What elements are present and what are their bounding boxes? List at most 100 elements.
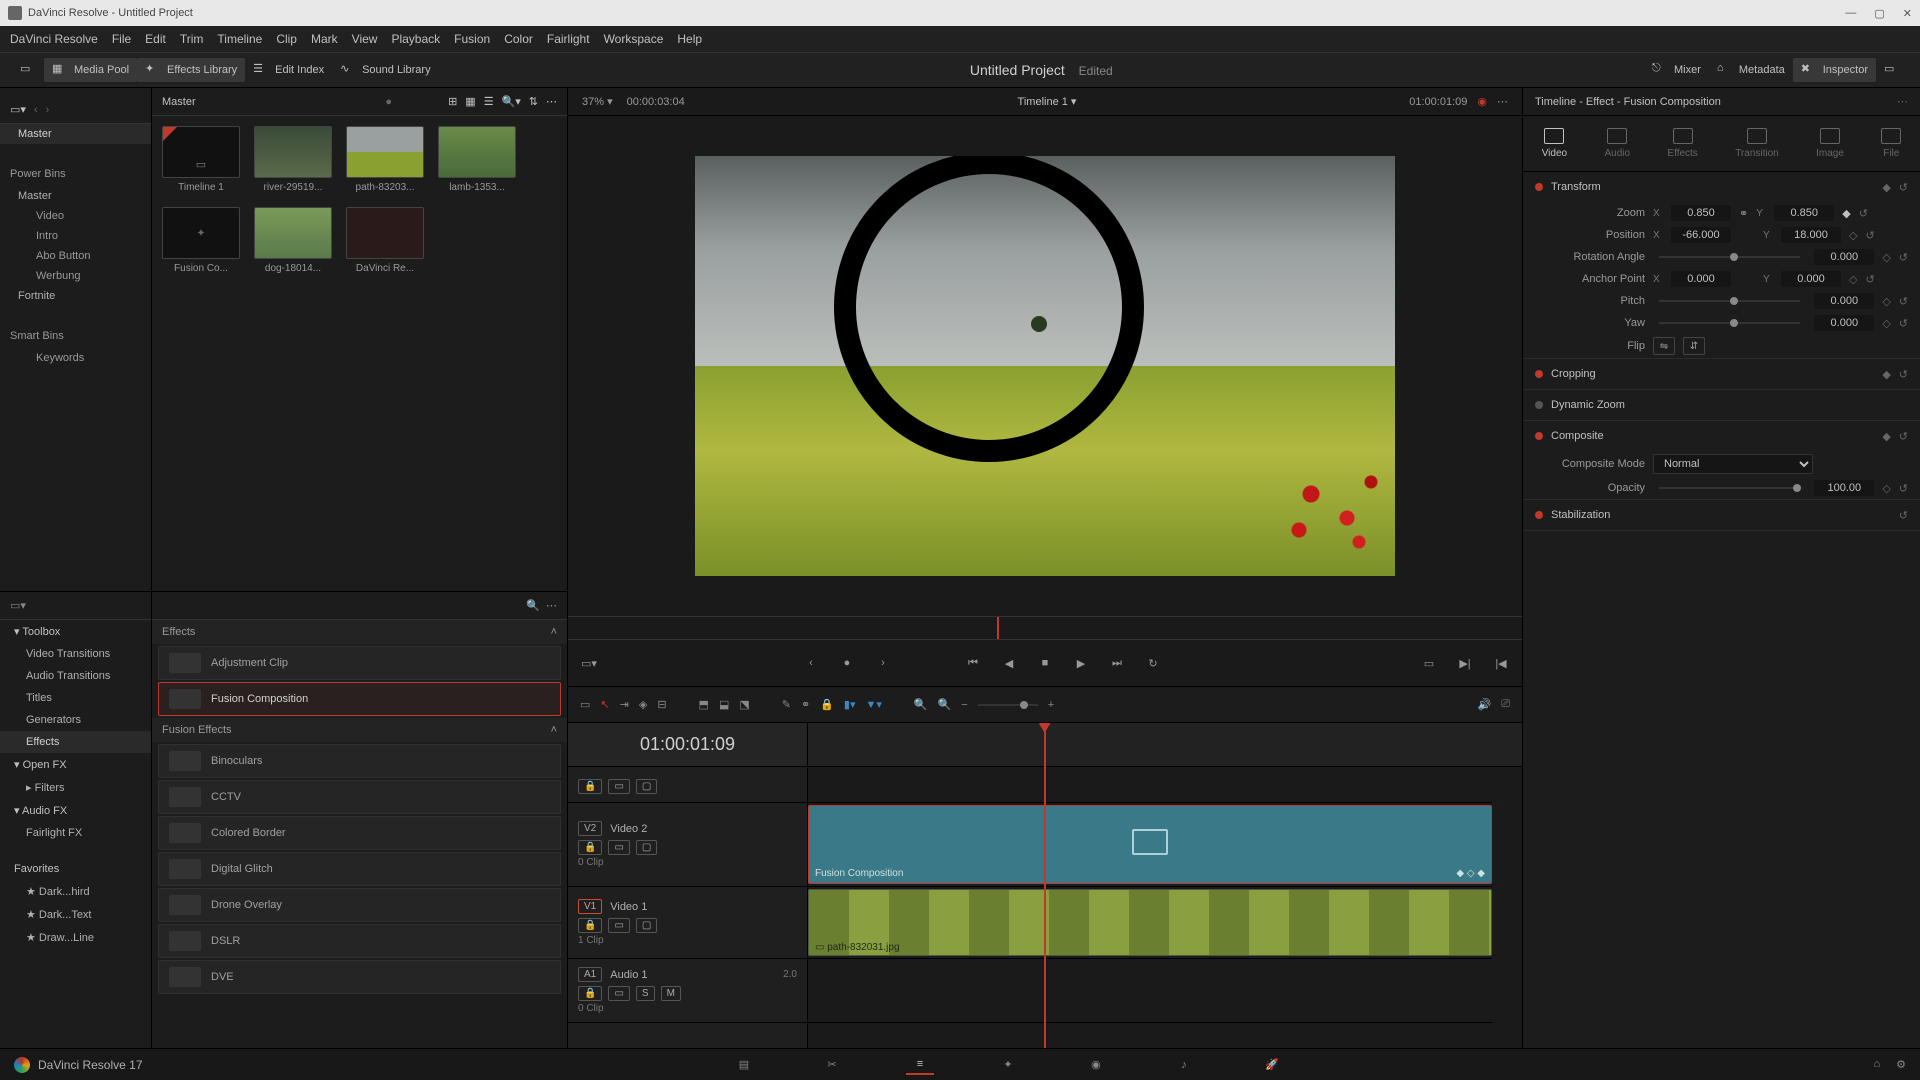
- composite-reset-icon[interactable]: ↺: [1899, 430, 1908, 443]
- media-pool-button[interactable]: ▦Media Pool: [44, 58, 137, 82]
- fxcat-collapse-2[interactable]: ˄: [551, 724, 557, 736]
- smartbin-keywords[interactable]: Keywords: [0, 348, 151, 368]
- filter-icon[interactable]: ⋯: [546, 95, 557, 108]
- fx-colored-border[interactable]: Colored Border: [158, 816, 561, 850]
- page-edit[interactable]: ≡: [906, 1055, 934, 1075]
- timeline-ruler[interactable]: [808, 723, 1522, 767]
- powerbin-fortnite[interactable]: Fortnite: [0, 286, 151, 306]
- thumb-dog[interactable]: dog-18014...: [254, 207, 332, 274]
- settings-icon[interactable]: ⚙: [1896, 1058, 1906, 1071]
- composite-mode-select[interactable]: Normal: [1653, 454, 1813, 474]
- inspector-tab-transition[interactable]: Transition: [1735, 128, 1779, 159]
- lock-icon[interactable]: 🔒: [820, 698, 834, 711]
- menu-timeline[interactable]: Timeline: [217, 32, 262, 46]
- yaw-reset-icon[interactable]: ↺: [1899, 317, 1908, 330]
- fxcat-collapse-1[interactable]: ˄: [551, 626, 557, 638]
- pitch-reset-icon[interactable]: ↺: [1899, 295, 1908, 308]
- pitch-slider[interactable]: [1659, 300, 1800, 302]
- prev-edit-icon[interactable]: ‹: [800, 652, 822, 674]
- clip-fusion-composition[interactable]: Fusion Composition ◆ ◇ ◆: [808, 805, 1492, 884]
- inspector-tab-video[interactable]: Video: [1542, 128, 1567, 159]
- menu-mark[interactable]: Mark: [311, 32, 338, 46]
- rotation-reset-icon[interactable]: ↺: [1899, 251, 1908, 264]
- fxnav-effects[interactable]: Effects: [0, 731, 151, 753]
- rotation-slider[interactable]: [1659, 256, 1800, 258]
- view-thumb-icon[interactable]: ▦: [465, 95, 475, 108]
- v1-dest[interactable]: V1: [578, 899, 602, 914]
- replace-icon[interactable]: ⬔: [739, 698, 749, 711]
- composite-label[interactable]: Composite: [1551, 430, 1604, 442]
- position-y-input[interactable]: [1781, 227, 1841, 243]
- step-back-icon[interactable]: ◀: [998, 652, 1020, 674]
- arrow-tool-icon[interactable]: ↖: [600, 698, 609, 711]
- insert-icon[interactable]: ⬒: [699, 698, 709, 711]
- fx-adjustment-clip[interactable]: Adjustment Clip: [158, 646, 561, 680]
- dynzoom-label[interactable]: Dynamic Zoom: [1551, 399, 1625, 411]
- transform-enable-dot[interactable]: [1535, 183, 1543, 191]
- anchor-y-input[interactable]: [1781, 271, 1841, 287]
- transform-reset-icon[interactable]: ↺: [1899, 181, 1908, 194]
- composite-kf-icon[interactable]: ◆: [1882, 430, 1890, 443]
- edit-index-button[interactable]: ☰Edit Index: [245, 58, 332, 82]
- dynamic-trim-icon[interactable]: ◈: [639, 698, 647, 711]
- composite-enable-dot[interactable]: [1535, 432, 1543, 440]
- bin-fwd[interactable]: ›: [46, 104, 50, 116]
- a1-enable-icon[interactable]: ▭: [608, 986, 629, 1001]
- page-cut[interactable]: ✂: [818, 1055, 846, 1075]
- loop-icon[interactable]: ↻: [1142, 652, 1164, 674]
- position-reset-icon[interactable]: ↺: [1865, 229, 1874, 242]
- menu-playback[interactable]: Playback: [391, 32, 440, 46]
- play-icon[interactable]: ▶: [1070, 652, 1092, 674]
- tl-audio-icon[interactable]: 🔊: [1477, 698, 1491, 711]
- menu-clip[interactable]: Clip: [276, 32, 297, 46]
- fx-search-icon[interactable]: 🔍: [526, 599, 540, 612]
- anchor-x-input[interactable]: [1671, 271, 1731, 287]
- fx-digital-glitch[interactable]: Digital Glitch: [158, 852, 561, 886]
- pitch-input[interactable]: [1814, 293, 1874, 309]
- sound-library-button[interactable]: ∿Sound Library: [332, 58, 439, 82]
- yaw-input[interactable]: [1814, 315, 1874, 331]
- menu-color[interactable]: Color: [504, 32, 533, 46]
- fxnav-view-icon[interactable]: ▭▾: [10, 599, 26, 612]
- thumb-davinci[interactable]: DaVinci Re...: [346, 207, 424, 274]
- a1-mute-icon[interactable]: M: [661, 986, 681, 1001]
- inspector-tab-audio[interactable]: Audio: [1604, 128, 1630, 159]
- v1-enable-icon[interactable]: ▭: [608, 918, 629, 933]
- inspector-button[interactable]: ✖Inspector: [1793, 58, 1876, 82]
- thumb-river[interactable]: river-29519...: [254, 126, 332, 193]
- fxnav-atrans[interactable]: Audio Transitions: [0, 665, 151, 687]
- opacity-kf-icon[interactable]: ◇: [1882, 482, 1890, 495]
- marker-icon[interactable]: ▼▾: [865, 698, 881, 711]
- a1-lock-icon[interactable]: 🔒: [578, 986, 602, 1001]
- metadata-button[interactable]: ⌂Metadata: [1709, 58, 1793, 82]
- bin-master[interactable]: Master: [0, 124, 151, 144]
- fxnav-openfx[interactable]: ▾ Open FX: [0, 753, 151, 776]
- menu-davinci[interactable]: DaVinci Resolve: [10, 32, 98, 46]
- powerbin-werbung[interactable]: Werbung: [0, 266, 151, 286]
- thumb-timeline1[interactable]: ▭Timeline 1: [162, 126, 240, 193]
- record-timecode[interactable]: 01:00:01:09: [1409, 96, 1467, 108]
- fxnav-filters[interactable]: ▸ Filters: [0, 776, 151, 799]
- flip-v-button[interactable]: ⇵: [1683, 337, 1705, 355]
- inspector-tab-effects[interactable]: Effects: [1667, 128, 1697, 159]
- fullscreen-button[interactable]: ▭: [12, 58, 44, 82]
- v2-dest[interactable]: V2: [578, 821, 602, 836]
- link-icon[interactable]: ⚭: [801, 698, 810, 711]
- out-icon[interactable]: |◀: [1490, 652, 1512, 674]
- thumb-path[interactable]: path-83203...: [346, 126, 424, 193]
- stab-enable-dot[interactable]: [1535, 511, 1543, 519]
- v2-lock-icon[interactable]: 🔒: [578, 840, 602, 855]
- page-deliver[interactable]: 🚀: [1258, 1055, 1286, 1075]
- menu-help[interactable]: Help: [677, 32, 702, 46]
- goto-end-icon[interactable]: ⏭: [1106, 652, 1128, 674]
- v1-mute-icon[interactable]: ▢: [636, 918, 657, 933]
- view-list-icon[interactable]: ☰: [484, 95, 494, 108]
- window-close[interactable]: ✕: [1903, 7, 1912, 20]
- page-fusion[interactable]: ✦: [994, 1055, 1022, 1075]
- thumb-fusion[interactable]: ✦Fusion Co...: [162, 207, 240, 274]
- v1-lock-icon[interactable]: 🔒: [578, 918, 602, 933]
- v3-enable-icon[interactable]: ▭: [608, 779, 629, 794]
- bypass-icon[interactable]: ◉: [1477, 95, 1487, 108]
- pitch-kf-icon[interactable]: ◇: [1882, 295, 1890, 308]
- goto-start-icon[interactable]: ⏮: [962, 652, 984, 674]
